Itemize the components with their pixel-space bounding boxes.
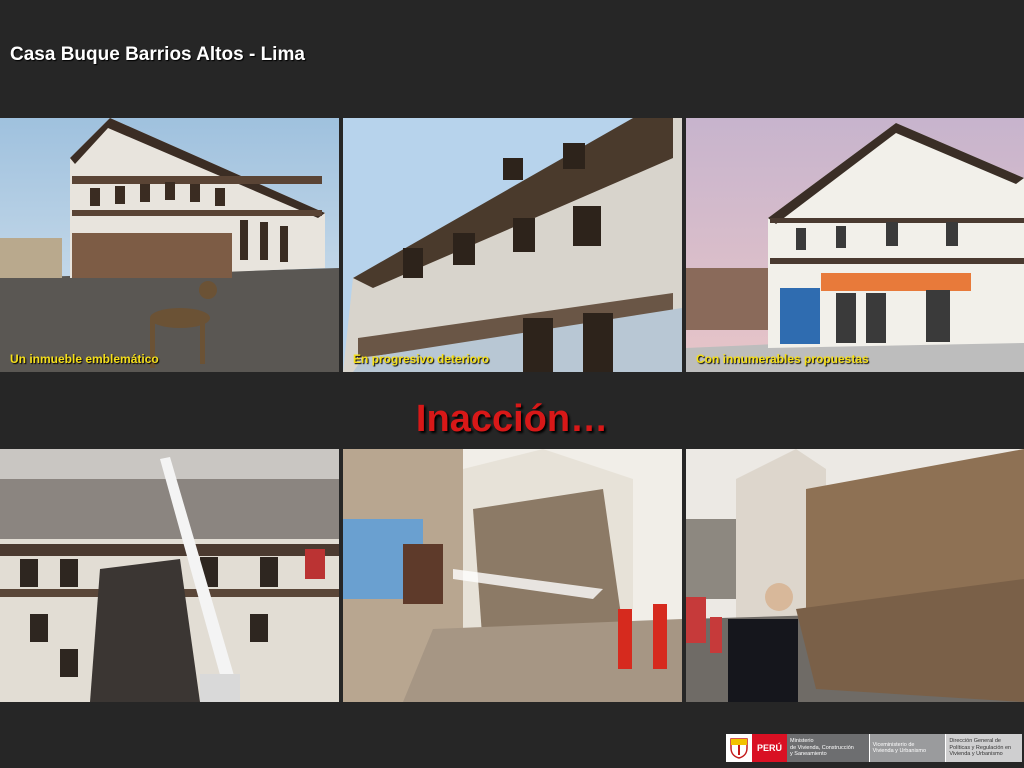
- photo-caption: Con innumerables propuestas: [696, 352, 869, 366]
- inaction-heading: Inacción…: [415, 398, 609, 440]
- photo-emblematic-building: Un inmueble emblemático: [0, 118, 339, 372]
- directorate-label: Dirección General de Políticas y Regulac…: [946, 734, 1022, 762]
- peru-label: PERÚ: [752, 734, 788, 762]
- ministry-label: Ministerio de Vivienda, Construcción y S…: [787, 734, 869, 762]
- vice-ministry-label: Viceministerio de Vivienda y Urbanismo: [869, 734, 946, 762]
- photo-rubble-street: [686, 449, 1024, 702]
- slide-title: Casa Buque Barrios Altos - Lima: [10, 44, 305, 65]
- photo-deteriorating-facade: En progresivo deterioro: [343, 118, 682, 372]
- photo-fire-ladder: [0, 449, 339, 702]
- peru-coat-of-arms-icon: [729, 737, 749, 759]
- ministry-logo-bar: PERÚ Ministerio de Vivienda, Construcció…: [726, 734, 1022, 762]
- photo-proposal-rendering: Con innumerables propuestas: [686, 118, 1024, 372]
- photo-caption: En progresivo deterioro: [353, 352, 490, 366]
- photo-firefighters-collapse: [343, 449, 682, 702]
- photo-caption: Un inmueble emblemático: [10, 352, 159, 366]
